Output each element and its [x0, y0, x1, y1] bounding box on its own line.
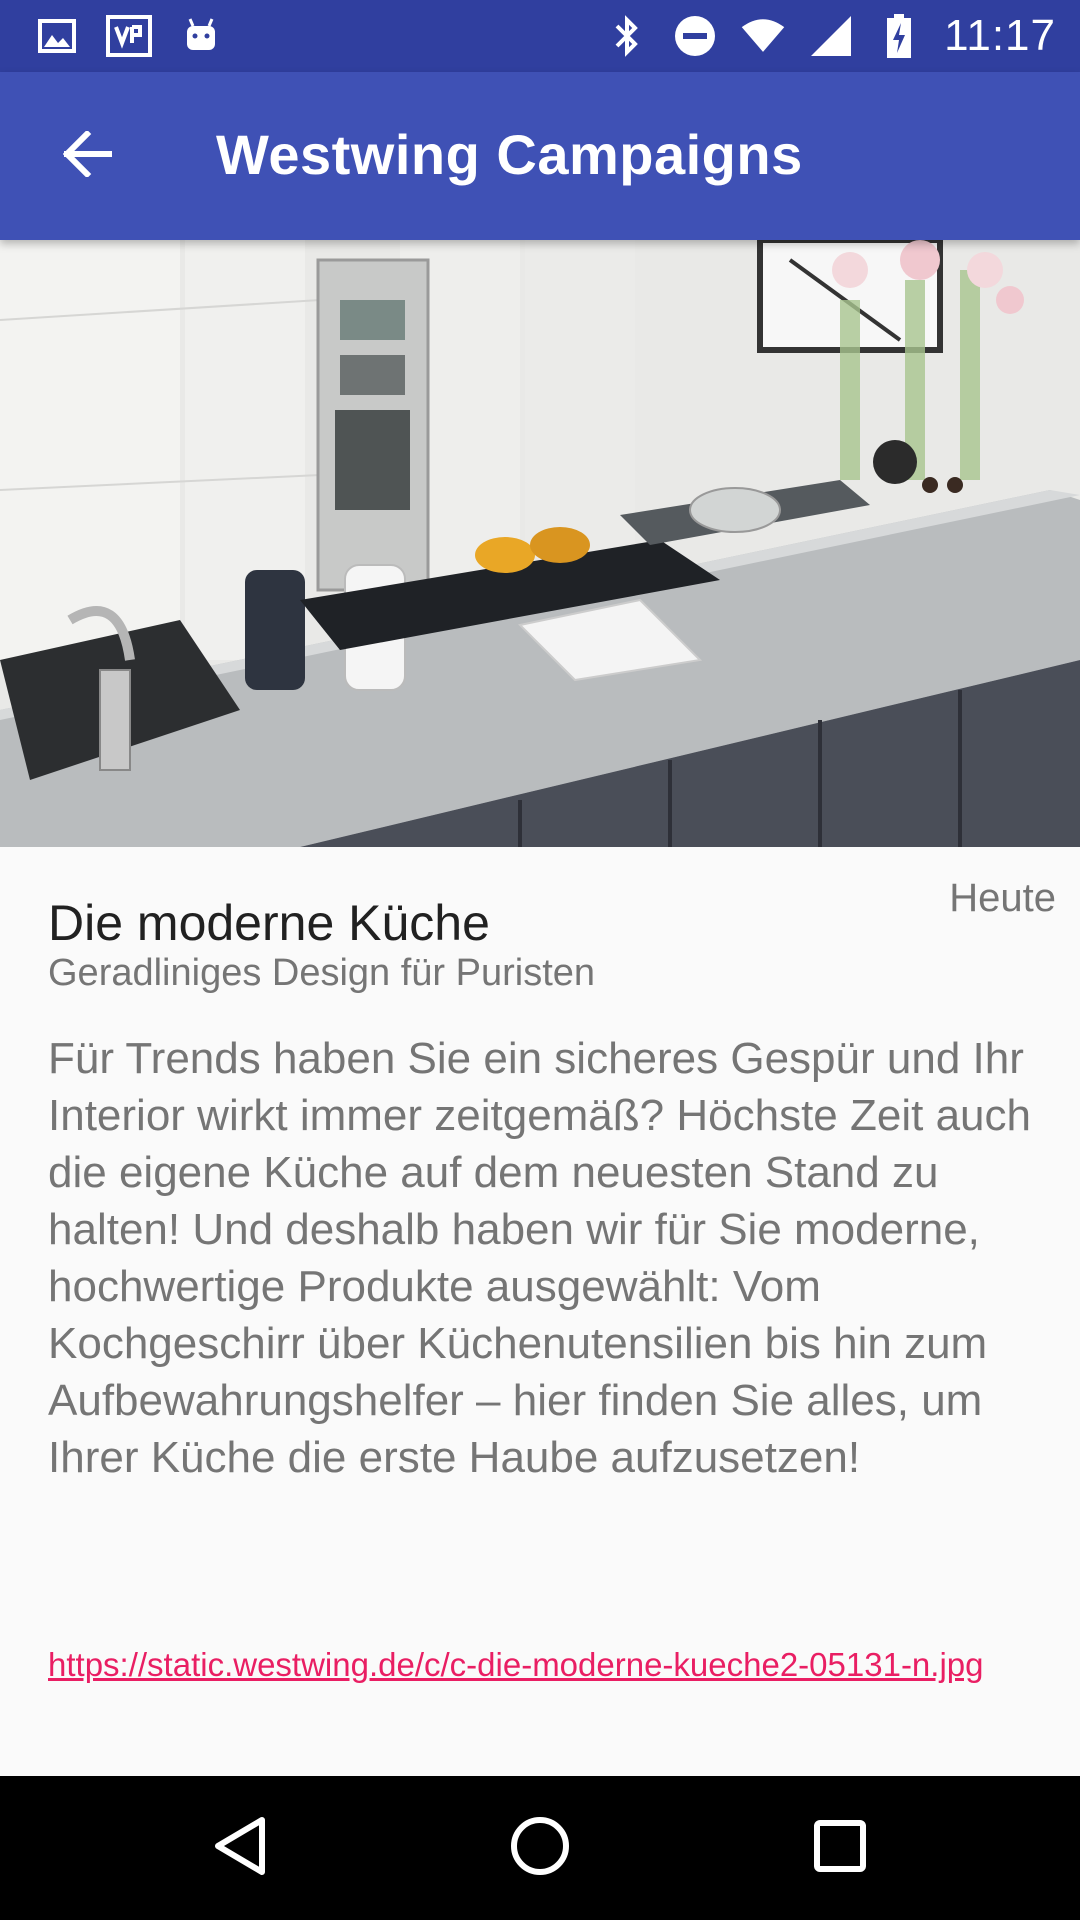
navigation-bar	[0, 1776, 1080, 1920]
app-title: Westwing Campaigns	[216, 123, 803, 186]
status-bar: 11:17	[0, 0, 1080, 72]
arrow-back-icon	[62, 129, 113, 182]
wifi-icon	[740, 13, 786, 59]
recents-square-icon	[813, 1819, 867, 1878]
campaign-description: Für Trends haben Sie ein sicheres Gespür…	[48, 1034, 1031, 1482]
campaign-title: Die moderne Küche	[48, 895, 490, 951]
image-icon	[34, 13, 80, 59]
sync-app-icon	[106, 13, 152, 59]
campaign-image	[0, 240, 1080, 847]
back-triangle-icon	[212, 1816, 268, 1881]
status-bar-system-icons: 11:17	[604, 8, 1056, 64]
campaign-image-link[interactable]: https://static.westwing.de/c/c-die-moder…	[48, 1644, 1038, 1686]
nav-home-button[interactable]	[490, 1798, 590, 1898]
nav-recents-button[interactable]	[790, 1798, 890, 1898]
do-not-disturb-icon	[672, 13, 718, 59]
campaign-subtitle: Geradliniges Design für Puristen	[48, 952, 596, 994]
nav-back-button[interactable]	[190, 1798, 290, 1898]
battery-charging-icon	[876, 13, 922, 59]
status-time: 11:17	[944, 11, 1056, 60]
signal-icon	[808, 13, 854, 59]
bluetooth-icon	[604, 13, 650, 59]
back-button[interactable]	[40, 108, 136, 204]
campaign-date: Heute	[949, 876, 1056, 920]
app-bar: Westwing Campaigns	[0, 72, 1080, 240]
home-circle-icon	[509, 1815, 571, 1882]
status-bar-notifications	[34, 12, 224, 60]
android-debug-icon	[178, 13, 224, 59]
